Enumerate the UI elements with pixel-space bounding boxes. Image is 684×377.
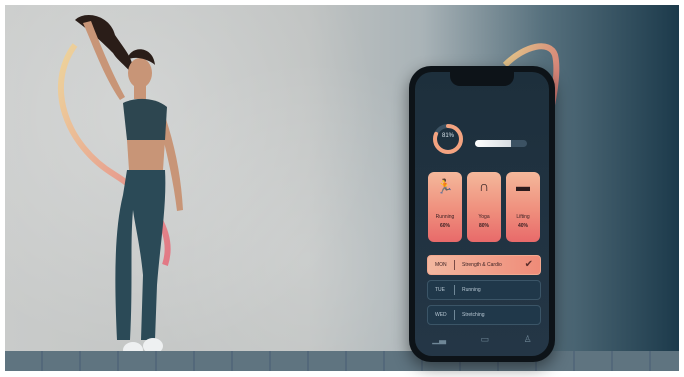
card-name: Running [435, 214, 455, 220]
phone-notch [450, 72, 514, 86]
row-day: MON [435, 262, 447, 268]
card-value: 40% [517, 223, 528, 229]
schedule-row-mon[interactable]: MON Strength & Cardio ✔ [427, 255, 541, 275]
ring-percentage: 81% [441, 133, 454, 139]
floor [5, 351, 679, 371]
row-divider [454, 285, 455, 295]
dumbbell-icon: ▬ [516, 178, 530, 194]
activity-cards: 🏃 Running 60% ∩ Yoga 80% ▬ Lifting 40% [428, 172, 540, 242]
schedule-row-tue[interactable]: TUE Running [427, 280, 541, 300]
app-screen: 81% 🏃 Running 60% ∩ Yoga 80% ▬ Lifting 4… [415, 72, 549, 356]
card-name: Lifting [516, 214, 530, 220]
row-day: WED [435, 312, 447, 318]
activity-card-lifting[interactable]: ▬ Lifting 40% [506, 172, 540, 242]
row-activity: Strength & Cardio [462, 262, 502, 268]
running-icon: 🏃 [436, 178, 454, 194]
row-divider [454, 260, 455, 270]
activity-card-running[interactable]: 🏃 Running 60% [428, 172, 462, 242]
bottom-nav: ▁▃ ▭ ♙ [415, 332, 549, 346]
row-day: TUE [435, 287, 445, 293]
profile-icon[interactable]: ♙ [524, 334, 532, 345]
check-icon: ✔ [524, 259, 533, 270]
card-value: 60% [439, 223, 450, 229]
row-divider [454, 310, 455, 320]
yoga-icon: ∩ [478, 178, 490, 194]
progress-ring [433, 124, 463, 154]
schedule-list: MON Strength & Cardio ✔ TUE Running WED … [427, 255, 541, 330]
progress-bar [475, 140, 527, 147]
card-value: 80% [478, 223, 489, 229]
card-name: Yoga [478, 214, 490, 220]
home-icon[interactable]: ▭ [481, 334, 490, 345]
row-activity: Stretching [462, 312, 485, 318]
hero-banner [5, 5, 679, 371]
stats-icon[interactable]: ▁▃ [432, 334, 446, 345]
activity-card-yoga[interactable]: ∩ Yoga 80% [467, 172, 501, 242]
row-activity: Running [462, 287, 481, 293]
smartphone-mockup: 81% 🏃 Running 60% ∩ Yoga 80% ▬ Lifting 4… [409, 66, 555, 362]
progress-bar-fill [475, 140, 512, 147]
athlete-figure [75, 15, 183, 358]
schedule-row-wed[interactable]: WED Stretching [427, 305, 541, 325]
